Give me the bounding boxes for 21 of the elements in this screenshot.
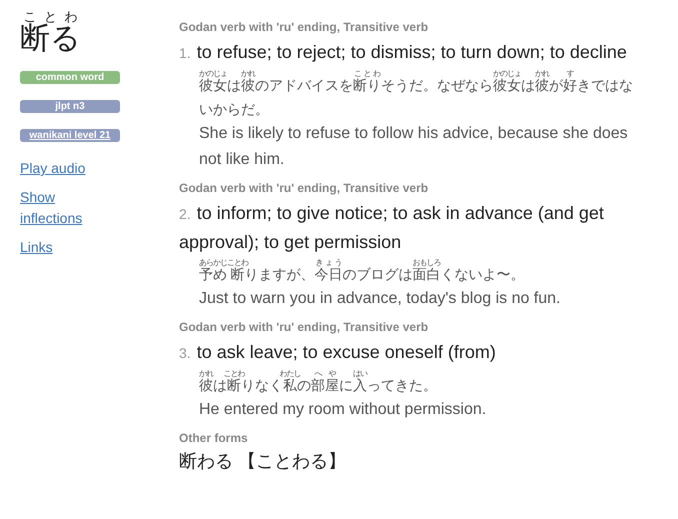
- english-translation: Just to warn you in advance, today's blog is no fun.: [199, 289, 562, 309]
- sidebar-link[interactable]: Play audio: [20, 158, 86, 179]
- english-translation: He entered my room without permission.: [199, 400, 488, 420]
- meaning-text: 1. to refuse; to reject; to dismiss; to turn down; to decline: [179, 41, 628, 64]
- sidebar-link[interactable]: Links: [20, 237, 53, 258]
- japanese-sentence: 予め あらかじ 断 ことわ りますが、今日 きょう のブログは面白 おもしろ くないよ〜。: [199, 258, 526, 284]
- other-form: 断わる 【ことわる】: [179, 450, 348, 473]
- word-tag: common word: [20, 71, 120, 84]
- part-of-speech: Godan verb with 'ru' ending, Transitive verb: [179, 181, 430, 195]
- meaning-text: 2. to inform; to give notice; to ask in advance (and get approval); to get permission: [179, 202, 605, 254]
- sidebar-link[interactable]: Show inflections: [20, 187, 100, 229]
- japanese-sentence: 彼 かれ は断 ことわ りなく 私 わたし の部屋 へや に入 はい ってきた。: [199, 369, 438, 395]
- english-translation: She is likely to refuse to follow his advice, because she does not like him.: [199, 124, 629, 170]
- part-of-speech: Godan verb with 'ru' ending, Transitive verb: [179, 20, 430, 34]
- meaning-text: 3. to ask leave; to excuse oneself (from): [179, 341, 497, 364]
- word-heading: 断る ことわ: [20, 10, 81, 57]
- part-of-speech: Godan verb with 'ru' ending, Transitive verb: [179, 320, 430, 334]
- section-label: Other forms: [179, 431, 249, 445]
- word-tag: jlpt n3: [20, 100, 120, 113]
- japanese-sentence: 彼女 かのじょ は彼 かれ のアドバイスを断り ことわ そうだ。なぜなら彼女 かのじょ は彼 かれ が好 す きではないからだ。: [199, 69, 634, 119]
- level-tag-link[interactable]: wanikani level 21: [20, 129, 120, 142]
